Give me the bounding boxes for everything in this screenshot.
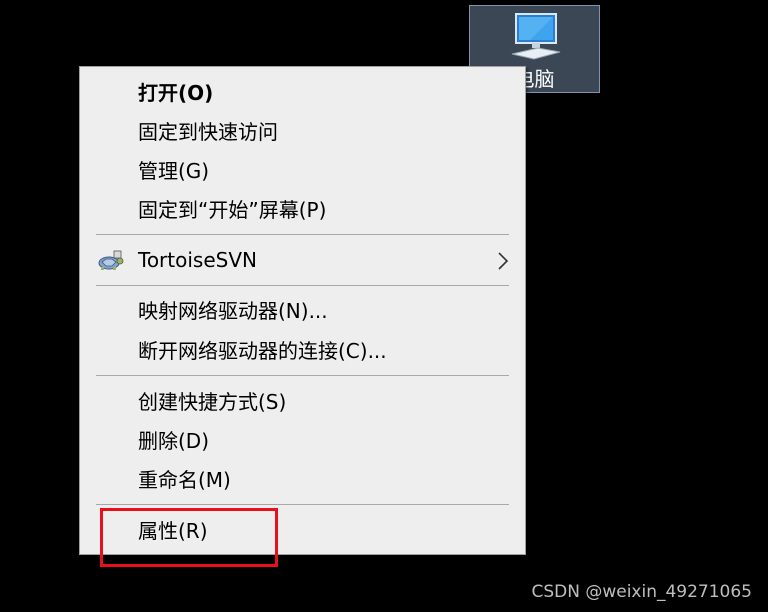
computer-icon (511, 13, 561, 60)
menu-item-pin-to-quick-access[interactable]: 固定到快速访问 (80, 114, 525, 150)
menu-separator (96, 504, 509, 505)
menu-separator (96, 234, 509, 235)
menu-item-manage[interactable]: 管理(G) (80, 153, 525, 189)
menu-item-rename[interactable]: 重命名(M) (80, 462, 525, 498)
menu-separator (96, 375, 509, 376)
chevron-right-icon (498, 252, 509, 270)
menu-item-open[interactable]: 打开(O) (80, 75, 525, 111)
menu-item-pin-to-start[interactable]: 固定到“开始”屏幕(P) (80, 192, 525, 228)
watermark: CSDN @weixin_49271065 (531, 582, 752, 602)
highlight-box (100, 508, 278, 567)
menu-separator (96, 285, 509, 286)
menu-item-delete[interactable]: 删除(D) (80, 423, 525, 459)
tortoisesvn-icon (98, 250, 124, 270)
menu-item-tortoisesvn-label: TortoiseSVN (138, 248, 257, 272)
menu-item-disconnect-network-drive[interactable]: 断开网络驱动器的连接(C)... (80, 333, 525, 369)
desktop: 电脑 打开(O) 固定到快速访问 管理(G) 固定到“开始”屏幕(P) Tort… (0, 0, 768, 612)
menu-item-tortoisesvn[interactable]: TortoiseSVN (80, 242, 525, 278)
context-menu: 打开(O) 固定到快速访问 管理(G) 固定到“开始”屏幕(P) Tortois… (79, 66, 526, 555)
menu-item-create-shortcut[interactable]: 创建快捷方式(S) (80, 384, 525, 420)
menu-item-map-network-drive[interactable]: 映射网络驱动器(N)... (80, 293, 525, 329)
